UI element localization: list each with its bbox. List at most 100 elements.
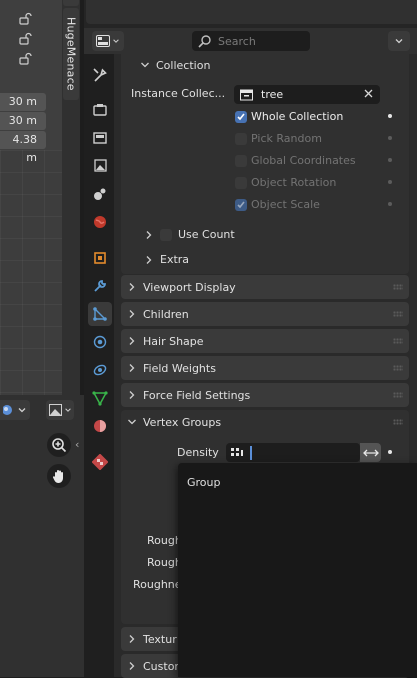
object-tab-icon[interactable] [88,246,112,270]
shading-dropdown[interactable] [0,400,30,420]
chevron-down-icon [113,39,119,43]
properties-editor-icon [96,35,110,47]
panel-title: Hair Shape [143,334,204,348]
lock-icon[interactable] [18,52,32,69]
popup-group-item[interactable]: Group [187,476,221,489]
keyframe-dot-icon[interactable] [388,114,392,118]
swap-arrows-icon [362,449,379,456]
rough-label-2: Rough [147,556,182,569]
chevron-right-icon [129,283,135,291]
checkbox-checked-icon [235,198,247,211]
hair-shape-panel-header[interactable]: Hair Shape [121,329,409,353]
chevron-down-icon [141,62,149,68]
dimension-x-field[interactable]: 30 m [0,93,46,111]
scene-tab-icon[interactable] [88,182,112,206]
lock-icon[interactable] [18,32,32,49]
whole-collection-label: Whole Collection [251,110,344,123]
modifier-tab-icon[interactable] [88,274,112,298]
collapse-arrow-icon[interactable]: ‹ [75,438,79,451]
checkbox-checked-icon [235,110,247,123]
data-tab-icon[interactable] [88,386,112,410]
dimension-z-field[interactable]: 4.38 m [0,131,46,164]
use-count-label: Use Count [178,228,235,241]
text-cursor [250,445,252,460]
pick-random-checkbox[interactable]: Pick Random [235,132,322,145]
output-tab-icon[interactable] [88,126,112,150]
texture-tab-icon[interactable] [88,450,112,474]
viewport-display-panel-header[interactable]: Viewport Display [121,275,409,299]
outliner-area-edge [86,0,417,24]
particles-tab-icon[interactable] [88,302,112,326]
world-tab-icon[interactable] [88,210,112,234]
constraints-tab-icon[interactable] [88,358,112,382]
object-rotation-checkbox[interactable]: Object Rotation [235,176,336,189]
dimension-y-field[interactable]: 30 m [0,112,46,130]
lock-icon[interactable] [18,12,32,29]
keyframe-dot-icon[interactable] [388,450,392,454]
image-icon [48,404,62,416]
children-panel-header[interactable]: Children [121,302,409,326]
chevron-right-icon [129,364,135,372]
keyframe-dot-icon[interactable] [388,158,392,162]
clear-field-icon[interactable] [363,88,374,102]
render-tab-icon[interactable] [88,98,112,122]
object-scale-checkbox[interactable]: Object Scale [235,198,320,211]
panel-title: Force Field Settings [143,388,251,402]
chevron-down-icon [18,408,26,413]
drag-handle-icon[interactable] [393,365,403,371]
chevron-right-icon [146,230,152,239]
keyframe-dot-icon[interactable] [388,136,392,140]
properties-options-dropdown[interactable] [388,31,410,51]
keyframe-dot-icon[interactable] [388,180,392,184]
drag-handle-icon[interactable] [393,392,403,398]
pick-random-label: Pick Random [251,132,322,145]
checkbox-empty-icon [235,132,247,145]
lower-viewport-area [0,395,84,677]
global-coordinates-checkbox[interactable]: Global Coordinates [235,154,356,167]
pan-button[interactable] [47,464,71,488]
vertex-group-icon [231,447,243,456]
n-panel-tab-hugemenace[interactable]: HugeMenace [63,8,79,100]
zoom-icon [52,438,67,453]
collection-icon [240,89,253,100]
whole-collection-checkbox[interactable]: Whole Collection [235,110,343,123]
field-weights-panel-header[interactable]: Field Weights [121,356,409,380]
instance-collection-label: Instance Collec... [131,87,226,100]
extra-subpanel-header[interactable]: Extra [144,253,189,266]
material-tab-icon[interactable] [88,414,112,438]
editor-type-dropdown[interactable] [92,31,124,51]
density-vertex-group-field[interactable] [226,443,360,462]
collection-subpanel-title: Collection [156,58,211,72]
chevron-right-icon [129,337,135,345]
drag-handle-icon[interactable] [393,419,403,425]
properties-search-input[interactable]: Search [192,31,310,51]
chevron-down-icon [395,39,403,44]
physics-tab-icon[interactable] [88,330,112,354]
zoom-button[interactable] [47,433,71,457]
force-field-settings-panel-header[interactable]: Force Field Settings [121,383,409,407]
n-panel-tab-prev[interactable] [63,0,79,6]
checkbox-empty-icon [235,154,247,167]
view-layer-tab-icon[interactable] [88,154,112,178]
keyframe-dot-icon[interactable] [388,202,392,206]
chevron-right-icon [129,635,135,643]
drag-handle-icon[interactable] [393,284,403,290]
use-count-checkbox[interactable] [160,228,172,241]
drag-handle-icon[interactable] [393,311,403,317]
chevron-down-icon [128,419,136,425]
use-count-subpanel-header[interactable]: Use Count [144,228,235,241]
rough-label-1: Rough [147,534,182,547]
checkbox-empty-icon [235,176,247,189]
instance-collection-field[interactable]: tree [234,85,380,104]
vertex-groups-panel-header[interactable]: Vertex Groups [121,410,409,434]
object-rotation-label: Object Rotation [251,176,337,189]
n-panel-tab-label: HugeMenace [64,17,78,91]
overlay-dropdown[interactable] [46,400,74,420]
vertex-group-search-popup[interactable]: Group [178,463,417,677]
collection-subpanel-header[interactable]: Collection [140,57,210,73]
search-placeholder: Search [218,34,256,48]
invert-vertex-group-button[interactable] [360,443,381,462]
drag-handle-icon[interactable] [393,338,403,344]
panel-title: Children [143,307,189,321]
tool-tab-icon[interactable] [88,63,112,87]
